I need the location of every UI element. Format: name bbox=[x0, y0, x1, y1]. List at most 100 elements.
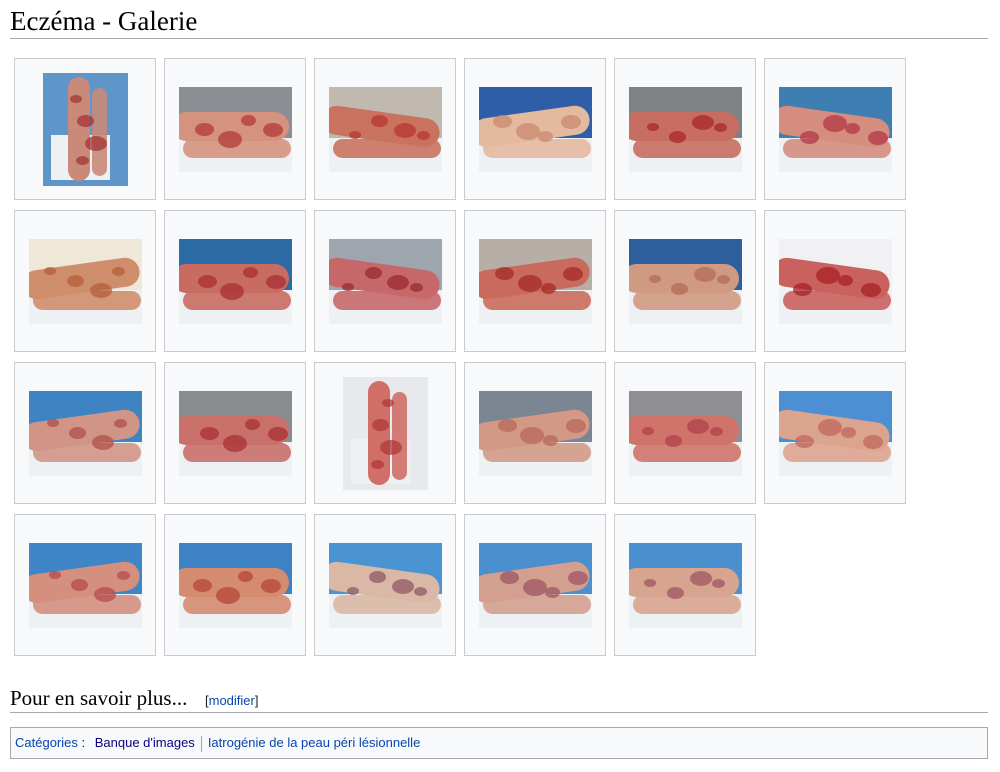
gallery-box bbox=[164, 210, 306, 352]
thumbnail-lesion bbox=[540, 282, 556, 294]
category-separator bbox=[200, 735, 202, 752]
thumbnail-lesion bbox=[545, 586, 561, 598]
gallery-thumbnail[interactable] bbox=[178, 238, 292, 324]
thumbnail-lesion bbox=[370, 460, 384, 470]
thumbnail-leg-second bbox=[333, 139, 442, 158]
gallery-thumbnail[interactable] bbox=[328, 86, 442, 172]
gallery-thumbnail[interactable] bbox=[628, 238, 742, 324]
title-divider bbox=[10, 38, 988, 39]
gallery-box bbox=[464, 362, 606, 504]
gallery-box bbox=[614, 210, 756, 352]
thumbnail-lesion bbox=[69, 95, 82, 104]
thumbnail-leg-second bbox=[633, 139, 742, 158]
thumbnail-leg bbox=[368, 381, 391, 485]
thumbnail-lesion bbox=[860, 282, 881, 297]
thumbnail-leg-second bbox=[333, 595, 442, 614]
edit-section-link[interactable]: modifier bbox=[209, 693, 255, 708]
thumbnail-lesion bbox=[716, 275, 730, 285]
thumbnail-lesion bbox=[515, 123, 540, 141]
gallery-box bbox=[464, 514, 606, 656]
thumbnail-lesion bbox=[260, 579, 281, 594]
thumbnail-leg-second bbox=[483, 443, 592, 462]
gallery-thumbnail[interactable] bbox=[42, 72, 128, 186]
thumbnail-lesion bbox=[220, 282, 245, 300]
thumbnail-lesion bbox=[867, 130, 888, 145]
gallery-thumbnail[interactable] bbox=[478, 390, 592, 476]
thumbnail-lesion bbox=[381, 399, 394, 408]
gallery-box bbox=[14, 58, 156, 200]
thumbnail-lesion bbox=[91, 434, 114, 450]
thumbnail-lesion bbox=[75, 156, 89, 166]
thumbnail-lesion bbox=[799, 130, 819, 144]
thumbnail-leg-second bbox=[391, 392, 408, 481]
thumbnail-lesion bbox=[66, 275, 84, 288]
gallery-thumbnail[interactable] bbox=[478, 86, 592, 172]
page-title: Eczéma - Galerie bbox=[10, 6, 198, 36]
thumbnail-lesion bbox=[822, 115, 847, 133]
thumbnail-lesion bbox=[342, 282, 355, 291]
gallery-box bbox=[614, 58, 756, 200]
category-link-banque-images[interactable]: Banque d'images bbox=[95, 735, 195, 750]
gallery-box bbox=[164, 362, 306, 504]
thumbnail-lesion bbox=[648, 275, 661, 284]
gallery-thumbnail[interactable] bbox=[28, 390, 142, 476]
thumbnail-lesion bbox=[565, 419, 586, 434]
gallery-thumbnail[interactable] bbox=[342, 376, 428, 490]
thumbnail-lesion bbox=[197, 275, 217, 289]
gallery-box bbox=[464, 210, 606, 352]
thumbnail-lesion bbox=[215, 586, 240, 604]
thumbnail-leg-second bbox=[33, 291, 142, 310]
thumbnail-leg-second bbox=[33, 443, 142, 462]
gallery-box bbox=[14, 362, 156, 504]
gallery-thumbnail[interactable] bbox=[178, 390, 292, 476]
section-heading: Pour en savoir plus... bbox=[10, 686, 188, 710]
categories-label-link[interactable]: Catégories bbox=[15, 735, 78, 750]
gallery-thumbnail[interactable] bbox=[328, 542, 442, 628]
gallery-box bbox=[314, 210, 456, 352]
gallery-thumbnail[interactable] bbox=[328, 238, 442, 324]
thumbnail-leg-second bbox=[633, 443, 742, 462]
gallery-box bbox=[14, 514, 156, 656]
category-link-iatrogenie[interactable]: Iatrogénie de la peau péri lésionnelle bbox=[208, 735, 421, 750]
gallery-thumbnail[interactable] bbox=[28, 542, 142, 628]
thumbnail-lesion bbox=[394, 123, 417, 139]
gallery-thumbnail[interactable] bbox=[778, 390, 892, 476]
gallery-thumbnail[interactable] bbox=[628, 542, 742, 628]
gallery-thumbnail[interactable] bbox=[628, 86, 742, 172]
gallery-thumbnail[interactable] bbox=[778, 86, 892, 172]
thumbnail-lesion bbox=[666, 586, 684, 599]
gallery-thumbnail[interactable] bbox=[778, 238, 892, 324]
thumbnail-lesion bbox=[409, 282, 423, 292]
thumbnail-leg-second bbox=[483, 139, 592, 158]
category-links-bar: Catégories : Banque d'images Iatrogénie d… bbox=[10, 727, 988, 759]
thumbnail-lesion bbox=[416, 130, 430, 140]
gallery-thumbnail[interactable] bbox=[28, 238, 142, 324]
gallery-thumbnail[interactable] bbox=[178, 86, 292, 172]
gallery-box bbox=[164, 514, 306, 656]
gallery-box bbox=[314, 514, 456, 656]
thumbnail-lesion bbox=[222, 434, 247, 452]
gallery-box bbox=[164, 58, 306, 200]
gallery-box bbox=[14, 210, 156, 352]
thumbnail-lesion bbox=[346, 586, 359, 595]
thumbnail-leg-second bbox=[91, 88, 108, 177]
gallery-thumbnail[interactable] bbox=[478, 542, 592, 628]
thumbnail-lesion bbox=[218, 130, 243, 148]
thumbnail-lesion bbox=[267, 427, 288, 442]
gallery-box bbox=[314, 362, 456, 504]
gallery-thumbnail[interactable] bbox=[628, 390, 742, 476]
gallery-box bbox=[614, 362, 756, 504]
thumbnail-lesion bbox=[522, 579, 547, 597]
gallery-thumbnail[interactable] bbox=[478, 238, 592, 324]
edit-bracket-close: ] bbox=[254, 693, 259, 708]
gallery-thumbnail[interactable] bbox=[178, 542, 292, 628]
thumbnail-leg-second bbox=[633, 595, 742, 614]
thumbnail-lesion bbox=[265, 275, 286, 290]
thumbnail-lesion bbox=[89, 282, 112, 298]
gallery-box bbox=[314, 58, 456, 200]
thumbnail-lesion bbox=[542, 434, 558, 446]
thumbnail-lesion bbox=[840, 427, 856, 439]
thumbnail-lesion bbox=[671, 282, 689, 295]
thumbnail-leg-second bbox=[333, 291, 442, 310]
thumbnail-lesion bbox=[646, 123, 659, 132]
